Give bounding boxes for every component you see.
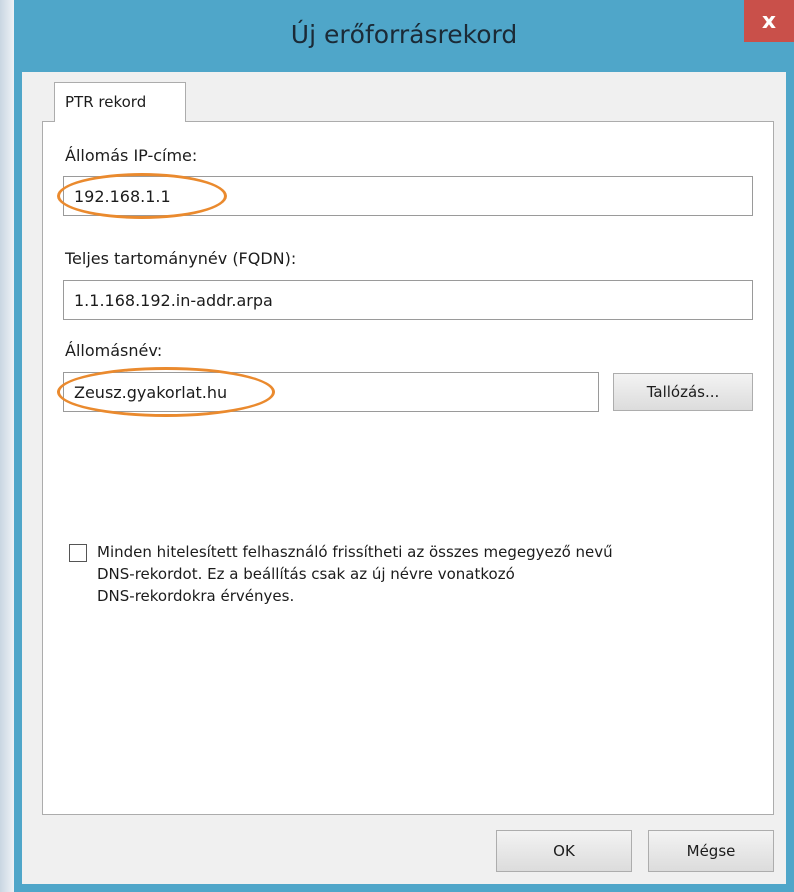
tab-ptr-record[interactable]: PTR rekord [54, 82, 186, 122]
dialog-client-area: PTR rekord Állomás IP-címe: 192.168.1.1 … [22, 72, 786, 884]
checkbox-text-line: Minden hitelesített felhasználó frissíth… [97, 543, 613, 561]
cancel-button[interactable]: Mégse [648, 830, 774, 872]
hostname-label: Állomásnév: [65, 341, 163, 360]
ok-button[interactable]: OK [496, 830, 632, 872]
window-title: Új erőforrásrekord [290, 20, 518, 49]
hostname-input[interactable]: Zeusz.gyakorlat.hu [63, 372, 599, 412]
allow-update-checkbox[interactable] [69, 544, 87, 562]
new-resource-record-dialog: Új erőforrásrekord x PTR rekord Állomás … [14, 0, 794, 892]
ip-address-label: Állomás IP-címe: [65, 146, 198, 165]
fqdn-input[interactable]: 1.1.168.192.in-addr.arpa [63, 280, 753, 320]
checkbox-text-line: DNS-rekordokra érvényes. [97, 587, 295, 605]
tab-label: PTR rekord [65, 93, 147, 111]
allow-update-description: Minden hitelesített felhasználó frissíth… [97, 541, 613, 607]
tab-panel: Állomás IP-címe: 192.168.1.1 Teljes tart… [42, 121, 774, 815]
browse-button[interactable]: Tallózás... [613, 373, 753, 411]
checkbox-text-line: DNS-rekordot. Ez a beállítás csak az új … [97, 565, 515, 583]
ip-address-input[interactable]: 192.168.1.1 [63, 176, 753, 216]
close-button[interactable]: x [744, 0, 794, 42]
fqdn-label: Teljes tartománynév (FQDN): [65, 249, 297, 268]
title-bar[interactable]: Új erőforrásrekord x [14, 0, 794, 72]
